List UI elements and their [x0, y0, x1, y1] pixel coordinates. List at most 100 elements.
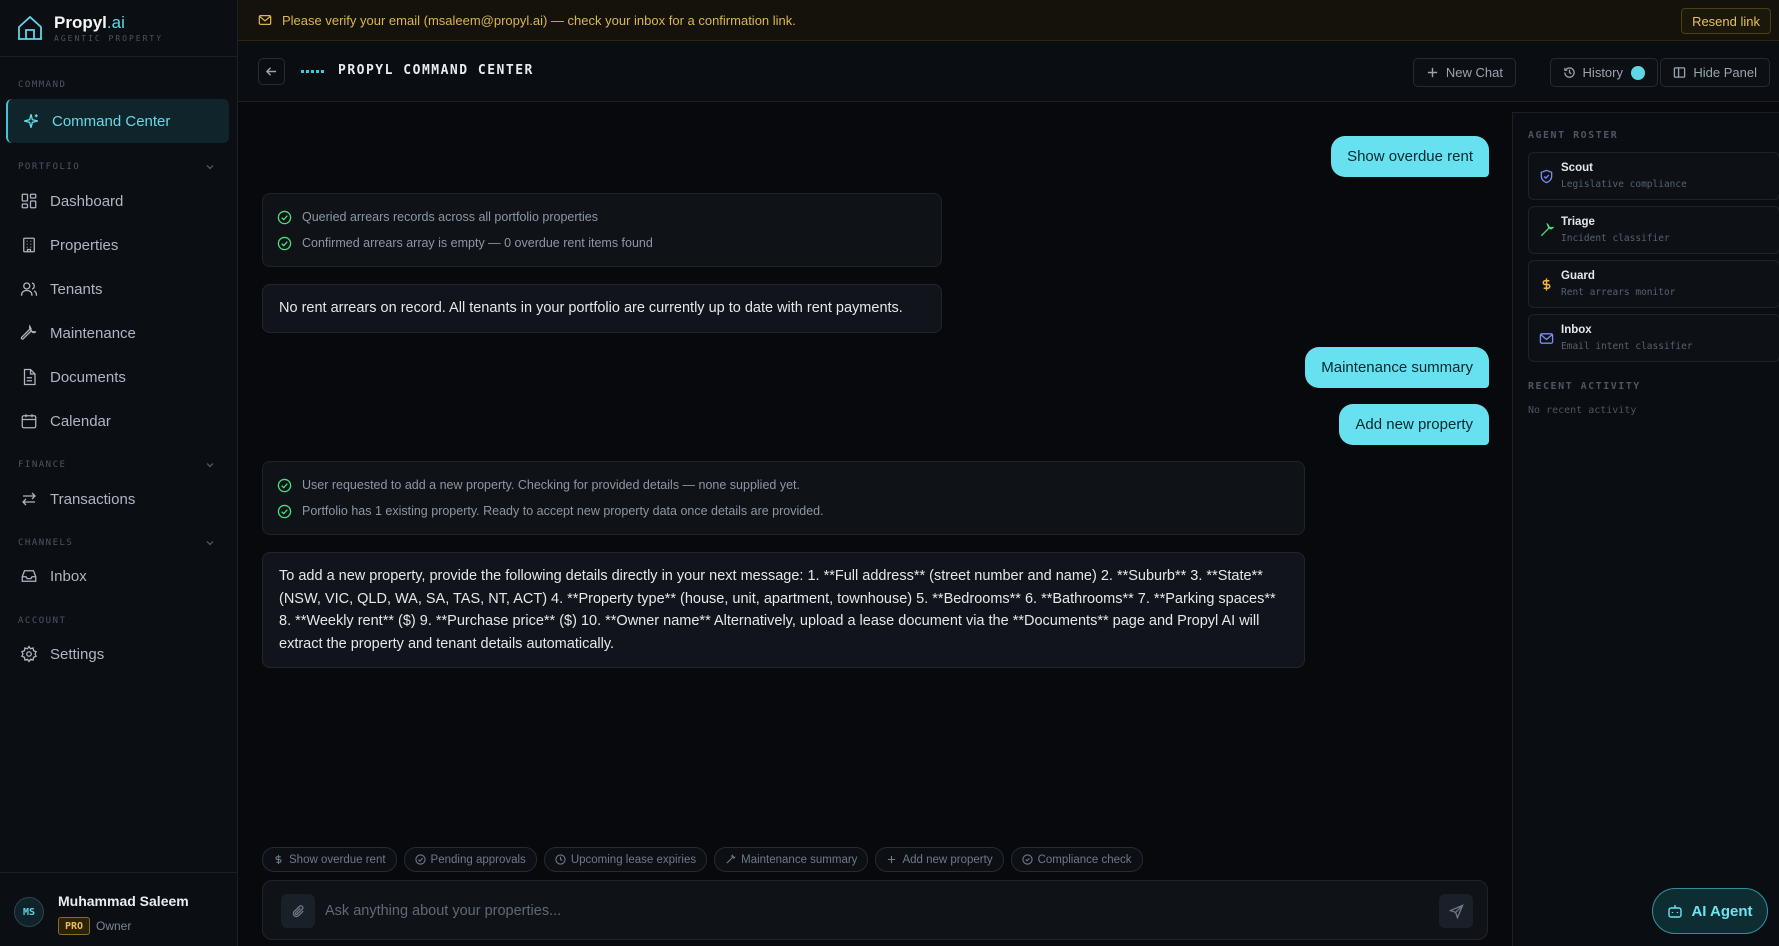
- sidebar-item-label: Transactions: [50, 490, 136, 508]
- sidebar-item-label: Maintenance: [50, 324, 136, 342]
- history-count-badge: [1631, 65, 1645, 80]
- section-command: COMMAND: [18, 80, 67, 90]
- wrench-icon: [726, 854, 736, 864]
- banner-message: Please verify your email (msaleem@propyl…: [282, 12, 796, 28]
- agent-card-inbox[interactable]: Inbox Email intent classifier: [1528, 314, 1779, 362]
- agent-name: Scout: [1561, 162, 1593, 174]
- users-icon: [20, 282, 38, 296]
- check-circle-icon: [277, 504, 292, 518]
- calendar-icon: [21, 414, 37, 429]
- house-logo-icon: [18, 15, 42, 40]
- chip-compliance-check[interactable]: Compliance check: [1010, 847, 1143, 872]
- wrench-icon: [20, 324, 37, 340]
- tool-step: Queried arrears records across all portf…: [277, 204, 927, 230]
- ai-agent-button[interactable]: AI Agent: [1652, 888, 1768, 934]
- user-profile[interactable]: MS Muhammad Saleem PRO Owner: [0, 872, 237, 946]
- mail-icon: [1539, 333, 1554, 344]
- tool-step: User requested to add a new property. Ch…: [277, 472, 1290, 498]
- agent-description: Legislative compliance: [1561, 179, 1687, 190]
- sidebar-item-tenants[interactable]: Tenants: [6, 267, 229, 311]
- sidebar: Propyl.ai AGENTIC PROPERTY COMMAND Comma…: [0, 0, 238, 946]
- grid-icon: [21, 193, 37, 209]
- sidebar-item-transactions[interactable]: Transactions: [6, 477, 229, 521]
- agent-name: Triage: [1561, 216, 1595, 228]
- chip-show-overdue-rent[interactable]: Show overdue rent: [262, 847, 397, 872]
- check-circle-icon: [277, 210, 292, 224]
- resend-link-button[interactable]: Resend link: [1681, 8, 1771, 34]
- sidebar-item-label: Calendar: [50, 412, 111, 430]
- file-icon: [23, 368, 36, 386]
- chat-input[interactable]: [325, 895, 1405, 927]
- check-circle-icon: [277, 478, 292, 492]
- page-title: PROPYL COMMAND CENTER: [338, 63, 534, 78]
- verify-email-banner: Please verify your email (msaleem@propyl…: [238, 0, 1779, 41]
- plus-icon: [1427, 67, 1438, 78]
- attach-button[interactable]: [281, 894, 315, 928]
- chat-area: Show overdue rent Queried arrears record…: [238, 102, 1512, 946]
- tool-step-text: User requested to add a new property. Ch…: [302, 478, 800, 492]
- mail-icon: [258, 15, 272, 25]
- wrench-icon: [1540, 223, 1554, 237]
- building-icon: [23, 237, 35, 253]
- quick-actions: Show overdue rent Pending approvals Upco…: [262, 847, 1143, 872]
- check-circle-icon: [414, 854, 426, 865]
- signal-dots-icon: [301, 70, 324, 73]
- hide-panel-button[interactable]: Hide Panel: [1660, 58, 1770, 87]
- sidebar-item-label: Properties: [50, 236, 119, 254]
- sidebar-item-command-center[interactable]: Command Center: [6, 99, 229, 143]
- chip-label: Pending approvals: [430, 853, 526, 866]
- ai-agent-label: AI Agent: [1691, 902, 1753, 920]
- agent-card-guard[interactable]: Guard Rent arrears monitor: [1528, 260, 1779, 308]
- bot-icon: [1668, 905, 1683, 918]
- chip-label: Compliance check: [1037, 853, 1132, 866]
- agent-description: Email intent classifier: [1561, 341, 1693, 352]
- tool-step: Confirmed arrears array is empty — 0 ove…: [277, 230, 927, 256]
- clock-icon: [555, 854, 566, 865]
- chevron-down-icon[interactable]: [204, 161, 216, 173]
- send-button[interactable]: [1439, 894, 1473, 928]
- agent-panel: AGENT ROSTER Scout Legislative complianc…: [1512, 112, 1779, 946]
- ai-message: No rent arrears on record. All tenants i…: [262, 284, 942, 333]
- chevron-down-icon[interactable]: [204, 537, 216, 549]
- tool-step-text: Portfolio has 1 existing property. Ready…: [302, 504, 824, 518]
- back-button[interactable]: [258, 58, 285, 85]
- send-icon: [1448, 903, 1464, 919]
- sidebar-item-settings[interactable]: Settings: [6, 632, 229, 676]
- section-portfolio: PORTFOLIO: [18, 162, 81, 172]
- sidebar-item-dashboard[interactable]: Dashboard: [6, 179, 229, 223]
- chip-label: Add new property: [902, 853, 993, 866]
- sidebar-item-calendar[interactable]: Calendar: [6, 399, 229, 443]
- sidebar-item-label: Settings: [50, 645, 105, 663]
- check-circle-icon: [277, 236, 292, 250]
- chip-pending-approvals[interactable]: Pending approvals: [403, 847, 537, 872]
- chip-maintenance-summary[interactable]: Maintenance summary: [714, 847, 869, 872]
- chip-upcoming-lease-expiries[interactable]: Upcoming lease expiries: [543, 847, 708, 872]
- ai-message: To add a new property, provide the follo…: [262, 552, 1305, 668]
- chip-label: Show overdue rent: [289, 853, 386, 866]
- sidebar-item-maintenance[interactable]: Maintenance: [6, 311, 229, 355]
- user-message: Add new property: [1339, 404, 1489, 445]
- paperclip-icon: [292, 904, 304, 917]
- chip-add-new-property[interactable]: Add new property: [875, 847, 1004, 872]
- new-chat-button[interactable]: New Chat: [1412, 58, 1516, 87]
- chevron-down-icon[interactable]: [204, 459, 216, 471]
- brand[interactable]: Propyl.ai AGENTIC PROPERTY: [16, 10, 163, 46]
- sidebar-item-documents[interactable]: Documents: [6, 355, 229, 399]
- dollar-icon: [275, 854, 282, 865]
- history-label: History: [1582, 65, 1623, 80]
- user-message: Maintenance summary: [1305, 347, 1489, 388]
- plus-icon: [888, 855, 896, 864]
- brand-tagline: AGENTIC PROPERTY: [54, 33, 164, 43]
- divider: [0, 56, 237, 57]
- history-button[interactable]: History: [1549, 58, 1658, 87]
- user-role: Owner: [96, 919, 132, 933]
- agent-card-scout[interactable]: Scout Legislative compliance: [1528, 152, 1779, 200]
- sidebar-item-properties[interactable]: Properties: [6, 223, 229, 267]
- sidebar-item-label: Tenants: [50, 280, 103, 298]
- agent-card-triage[interactable]: Triage Incident classifier: [1528, 206, 1779, 254]
- avatar: MS: [14, 897, 44, 927]
- agent-name: Guard: [1561, 270, 1595, 282]
- sidebar-item-inbox[interactable]: Inbox: [6, 554, 229, 598]
- sidebar-item-label: Documents: [50, 368, 126, 386]
- arrow-left-icon: [265, 67, 277, 76]
